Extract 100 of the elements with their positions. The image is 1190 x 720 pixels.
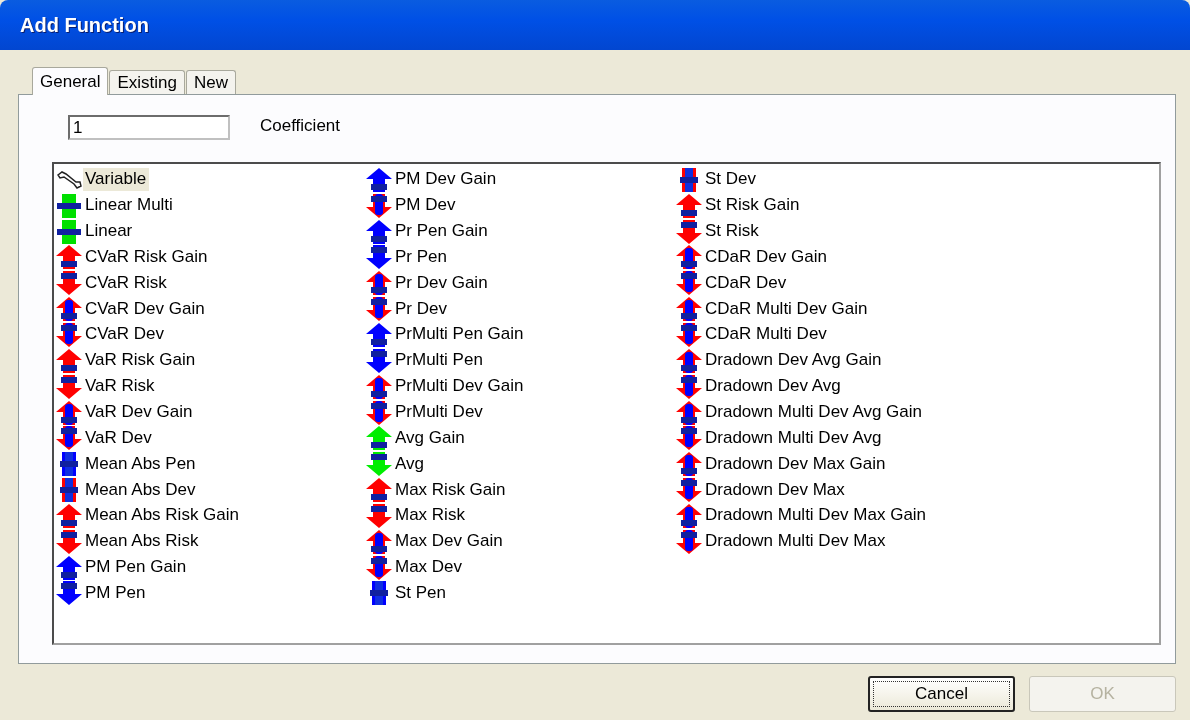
function-item[interactable]: Max Risk xyxy=(366,502,676,529)
function-label: Variable xyxy=(83,168,150,192)
function-label: Avg Gain xyxy=(394,426,466,449)
function-item[interactable]: CDaR Dev Gain xyxy=(676,244,986,271)
function-item[interactable]: Mean Abs Risk xyxy=(56,528,366,555)
tab[interactable]: New xyxy=(186,70,237,94)
function-label: PM Dev Gain xyxy=(394,168,498,191)
function-item[interactable]: Avg xyxy=(366,451,676,478)
function-item[interactable]: PrMulti Dev xyxy=(366,399,676,426)
function-label: Dradown Dev Max Gain xyxy=(704,452,887,475)
function-label: Linear Multi xyxy=(84,194,174,217)
function-item[interactable]: Dradown Multi Dev Max xyxy=(676,528,986,555)
window-title: Add Function xyxy=(20,13,149,37)
function-item[interactable]: Pr Pen xyxy=(366,244,676,271)
function-item[interactable]: Mean Abs Pen xyxy=(56,451,366,478)
function-label: Pr Dev Gain xyxy=(394,271,489,294)
tab[interactable]: General xyxy=(32,67,109,95)
function-label: Max Risk Gain xyxy=(394,478,507,501)
function-label: Pr Dev xyxy=(394,297,448,320)
function-label: St Pen xyxy=(394,581,448,604)
function-label: PM Pen xyxy=(84,581,147,604)
function-label: St Risk xyxy=(704,220,760,243)
function-item[interactable]: CVaR Risk xyxy=(56,270,366,297)
function-item[interactable]: CVaR Risk Gain xyxy=(56,244,366,271)
function-label: Dradown Dev Max xyxy=(704,478,846,501)
function-label: CDaR Dev xyxy=(704,271,788,294)
function-item[interactable]: Dradown Multi Dev Max Gain xyxy=(676,502,986,529)
function-item[interactable]: Dradown Dev Max Gain xyxy=(676,451,986,478)
function-label: Max Risk xyxy=(394,504,466,527)
function-label: Mean Abs Pen xyxy=(84,452,197,475)
function-label: PM Dev xyxy=(394,194,457,217)
function-item[interactable]: Max Risk Gain xyxy=(366,477,676,503)
function-item[interactable]: St Risk xyxy=(676,218,986,245)
function-item[interactable]: CDaR Dev xyxy=(676,270,986,297)
function-label: PrMulti Dev xyxy=(394,401,484,423)
function-item[interactable]: PM Pen xyxy=(56,580,366,607)
function-label: Mean Abs Risk xyxy=(84,530,200,553)
function-label: Pr Pen Gain xyxy=(394,220,489,243)
function-label: St Dev xyxy=(704,168,758,191)
function-item[interactable]: CDaR Multi Dev Gain xyxy=(676,296,986,323)
function-item[interactable]: Dradown Dev Avg Gain xyxy=(676,347,986,374)
function-item[interactable]: VaR Dev Gain xyxy=(56,399,366,426)
function-item[interactable]: Dradown Multi Dev Avg Gain xyxy=(676,399,986,426)
coefficient-field[interactable]: 1 xyxy=(68,115,230,140)
function-label: Dradown Multi Dev Max Gain xyxy=(704,504,928,527)
function-label: PM Pen Gain xyxy=(84,556,188,579)
wrench-icon xyxy=(56,169,82,190)
function-label: PrMulti Dev Gain xyxy=(394,375,525,398)
function-item[interactable]: CVaR Dev Gain xyxy=(56,296,366,323)
function-item[interactable]: Pr Dev xyxy=(366,296,676,323)
function-item[interactable]: Dradown Dev Avg xyxy=(676,373,986,400)
function-item[interactable]: CVaR Dev xyxy=(56,322,366,348)
function-item[interactable]: PrMulti Pen xyxy=(366,347,676,374)
function-label: VaR Dev Gain xyxy=(84,401,194,423)
function-label: Dradown Dev Avg xyxy=(704,375,842,398)
function-item[interactable]: St Pen xyxy=(366,580,676,607)
function-item[interactable]: PM Dev xyxy=(366,192,676,219)
function-label: Dradown Dev Avg Gain xyxy=(704,349,883,372)
function-item[interactable]: PM Dev Gain xyxy=(366,167,676,193)
function-item[interactable]: St Risk Gain xyxy=(676,192,986,219)
function-label: Pr Pen xyxy=(394,245,448,268)
function-item[interactable]: Mean Abs Risk Gain xyxy=(56,502,366,529)
function-label: CVaR Risk Gain xyxy=(84,245,209,268)
function-item[interactable]: PM Pen Gain xyxy=(56,554,366,581)
function-item[interactable]: Mean Abs Dev xyxy=(56,477,366,503)
dialog-button[interactable]: Cancel xyxy=(868,676,1015,712)
function-label: St Risk Gain xyxy=(704,194,801,217)
function-label: CVaR Dev xyxy=(84,323,166,346)
function-label: Mean Abs Risk Gain xyxy=(84,504,240,527)
function-item[interactable]: PrMulti Pen Gain xyxy=(366,322,676,348)
function-item[interactable]: Max Dev xyxy=(366,554,676,581)
function-item[interactable]: Linear xyxy=(56,218,366,245)
function-item[interactable]: St Dev xyxy=(676,167,986,193)
function-item[interactable]: Max Dev Gain xyxy=(366,528,676,555)
function-item[interactable]: Dradown Multi Dev Avg xyxy=(676,425,986,452)
function-label: Dradown Multi Dev Avg xyxy=(704,426,883,449)
function-label: Max Dev Gain xyxy=(394,530,504,553)
function-item[interactable]: Variable xyxy=(56,167,366,193)
function-item[interactable]: Linear Multi xyxy=(56,192,366,219)
function-label: CVaR Dev Gain xyxy=(84,297,206,320)
function-item[interactable]: Pr Dev Gain xyxy=(366,270,676,297)
function-item[interactable]: VaR Risk xyxy=(56,373,366,400)
function-label: CDaR Dev Gain xyxy=(704,245,828,268)
function-item[interactable]: Pr Pen Gain xyxy=(366,218,676,245)
function-item[interactable]: Avg Gain xyxy=(366,425,676,452)
function-label: PrMulti Pen xyxy=(394,349,484,372)
function-item[interactable]: CDaR Multi Dev xyxy=(676,322,986,348)
tab[interactable]: Existing xyxy=(109,70,185,94)
function-label: VaR Dev xyxy=(84,426,153,449)
function-label: VaR Risk xyxy=(84,375,156,398)
function-label: Dradown Multi Dev Max xyxy=(704,530,887,553)
function-item[interactable]: VaR Dev xyxy=(56,425,366,452)
function-label: VaR Risk Gain xyxy=(84,349,197,372)
function-item[interactable]: PrMulti Dev Gain xyxy=(366,373,676,400)
function-item[interactable]: VaR Risk Gain xyxy=(56,347,366,374)
function-label: Mean Abs Dev xyxy=(84,478,197,501)
function-label: Max Dev xyxy=(394,556,464,579)
function-label: Avg xyxy=(394,452,425,475)
function-item[interactable]: Dradown Dev Max xyxy=(676,477,986,503)
coefficient-label: Coefficient xyxy=(260,116,340,136)
